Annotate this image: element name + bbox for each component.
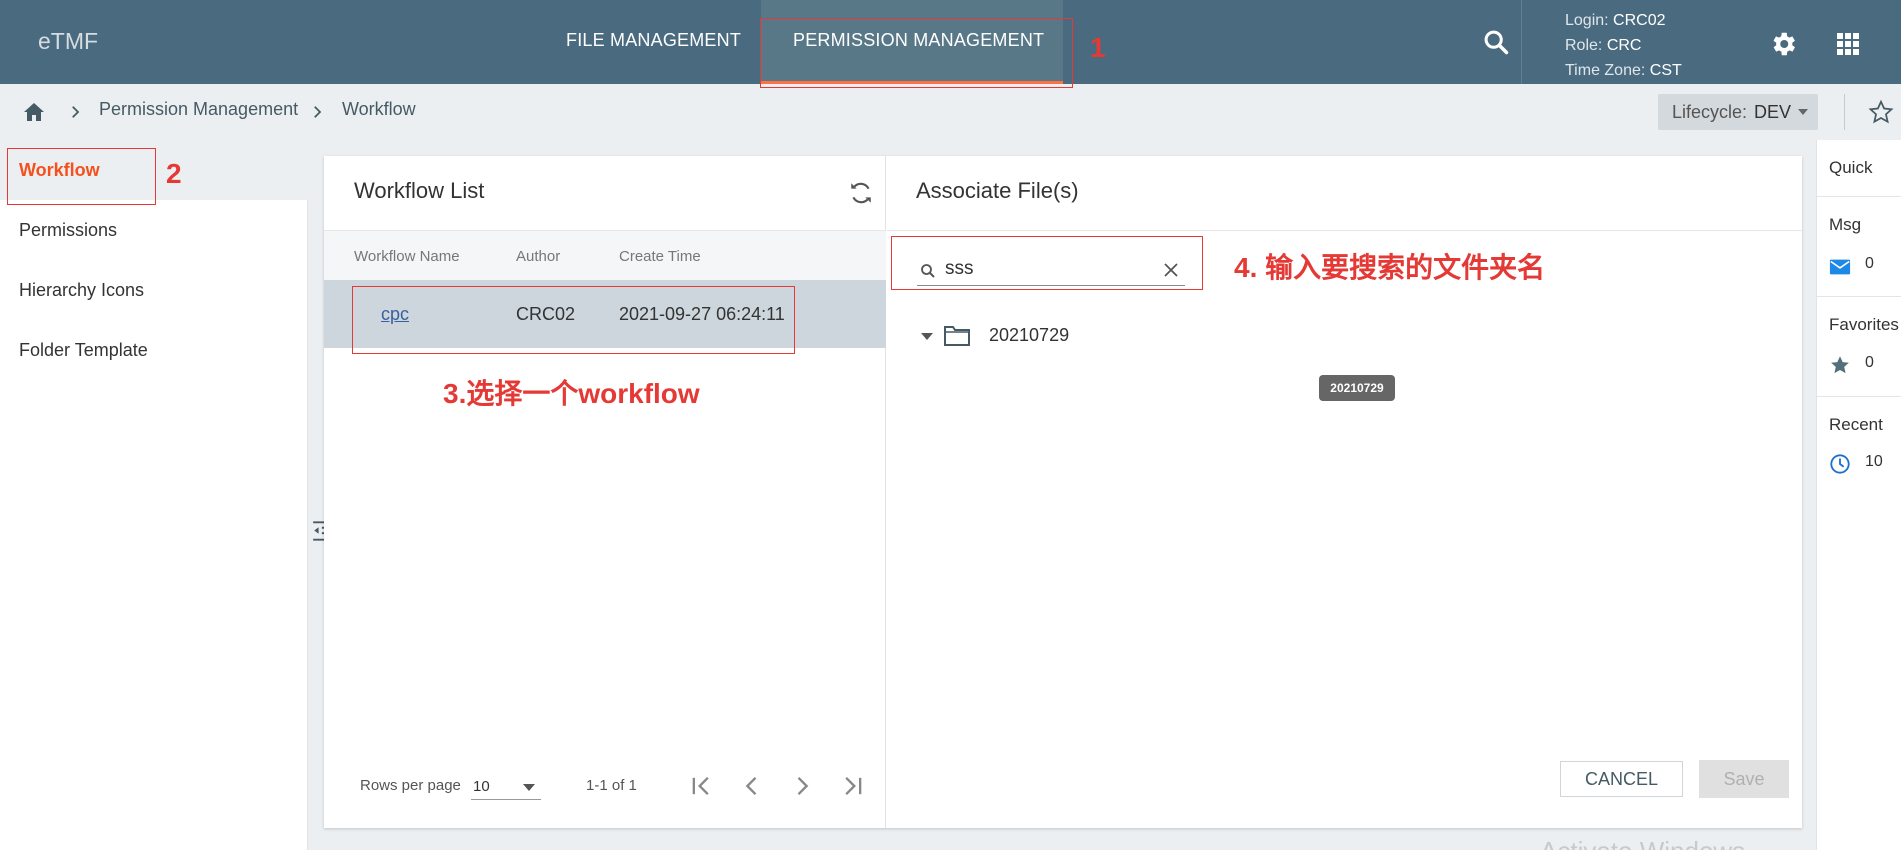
expand-caret-icon[interactable]	[921, 333, 933, 340]
associate-files-title: Associate File(s)	[916, 178, 1079, 203]
rows-per-page-label: Rows per page	[360, 777, 461, 794]
lifecycle-select[interactable]: Lifecycle: DEV	[1658, 94, 1818, 130]
caret-down-icon	[523, 784, 535, 791]
sidebar-item-label: Folder Template	[19, 340, 148, 360]
gear-icon[interactable]	[1768, 29, 1798, 59]
workflow-list-panel: Workflow List Workflow Name Author Creat…	[324, 156, 886, 828]
msg-count: 0	[1865, 255, 1874, 272]
search-icon[interactable]	[1482, 28, 1510, 56]
favorites-count: 0	[1865, 354, 1874, 371]
recent-count: 10	[1865, 453, 1883, 470]
login-value: CRC02	[1613, 12, 1666, 29]
breadcrumb-workflow: Workflow	[342, 99, 416, 119]
divider	[1817, 296, 1901, 297]
last-page-icon[interactable]	[838, 772, 866, 800]
sidebar-item-label: Hierarchy Icons	[19, 280, 145, 300]
column-header-workflow-name[interactable]: Workflow Name	[354, 248, 460, 265]
breadcrumb: Permission Management Workflow Lifecycle…	[0, 84, 1901, 140]
recent-label: Recent	[1829, 415, 1883, 434]
annotation-number-2: 2	[166, 158, 182, 189]
first-page-icon[interactable]	[688, 772, 716, 800]
rows-per-page-value: 10	[473, 778, 490, 795]
msg-label: Msg	[1829, 215, 1862, 234]
favorites-label: Favorites	[1829, 315, 1899, 334]
left-sidebar: Workflow Permissions Hierarchy Icons Fol…	[0, 140, 308, 850]
app-brand[interactable]: eTMF	[38, 28, 98, 55]
breadcrumb-permission-management[interactable]: Permission Management	[99, 99, 298, 120]
annotation-step-4: 4. 输入要搜索的文件夹名	[1234, 252, 1546, 283]
quick-panel: Quick Msg 0 Favorites 0 Recent 10	[1816, 140, 1901, 850]
sidebar-item-folder-template[interactable]: Folder Template	[0, 320, 308, 380]
folder-name: 20210729	[989, 325, 1070, 345]
lifecycle-label: Lifecycle:	[1672, 102, 1748, 122]
divider	[1817, 396, 1901, 397]
annotation-number-1: 1	[1090, 32, 1106, 63]
refresh-icon[interactable]	[848, 180, 874, 206]
folder-icon	[944, 326, 970, 346]
chevron-right-icon	[72, 106, 80, 118]
role-value: CRC	[1606, 37, 1642, 54]
windows-activation-watermark: Activate Windows	[1540, 836, 1745, 850]
cancel-button[interactable]: CANCEL	[1560, 761, 1683, 797]
workflow-list-title: Workflow List	[354, 178, 485, 203]
annotation-box-4	[891, 236, 1203, 290]
annotation-box-2	[7, 148, 156, 205]
folder-tree-node[interactable]: 20210729	[917, 321, 1117, 351]
folder-tooltip: 20210729	[1319, 375, 1395, 401]
divider	[1817, 196, 1901, 197]
next-page-icon[interactable]	[788, 772, 816, 800]
clock-icon[interactable]	[1829, 453, 1851, 475]
panel-divider	[887, 230, 1802, 231]
timezone-value: CST	[1649, 62, 1682, 79]
page-range: 1-1 of 1	[586, 777, 637, 794]
apps-grid-icon[interactable]	[1836, 32, 1860, 56]
column-header-author[interactable]: Author	[516, 248, 560, 265]
lifecycle-value: DEV	[1754, 102, 1792, 122]
save-button[interactable]: Save	[1699, 760, 1789, 798]
annotation-box-1	[760, 18, 1073, 88]
annotation-box-3	[352, 286, 795, 354]
sidebar-item-permissions[interactable]: Permissions	[0, 200, 308, 260]
quick-title: Quick	[1829, 158, 1873, 177]
breadcrumb-divider	[1844, 94, 1845, 130]
star-outline-icon[interactable]	[1868, 99, 1894, 125]
caret-down-icon	[1798, 109, 1808, 115]
rows-per-page-select[interactable]: 10	[471, 772, 541, 800]
pagination: Rows per page 10 1-1 of 1	[324, 766, 886, 806]
star-icon[interactable]	[1829, 354, 1851, 376]
login-label: Login:	[1565, 12, 1609, 29]
header-divider	[1521, 0, 1522, 84]
role-label: Role:	[1565, 37, 1603, 54]
mail-icon[interactable]	[1829, 256, 1851, 278]
timezone-label: Time Zone:	[1565, 62, 1646, 79]
sidebar-item-hierarchy-icons[interactable]: Hierarchy Icons	[0, 260, 308, 320]
sidebar-item-label: Permissions	[19, 220, 118, 240]
home-icon[interactable]	[22, 100, 46, 124]
previous-page-icon[interactable]	[738, 772, 766, 800]
table-header: Workflow Name Author Create Time	[324, 230, 886, 280]
column-header-create-time[interactable]: Create Time	[619, 248, 701, 265]
annotation-step-3: 3.选择一个workflow	[443, 378, 700, 409]
tab-file-management[interactable]: FILE MANAGEMENT	[566, 30, 741, 51]
user-info: Login: CRC02 Role: CRC Time Zone: CST	[1565, 8, 1682, 83]
chevron-right-icon	[314, 106, 322, 118]
